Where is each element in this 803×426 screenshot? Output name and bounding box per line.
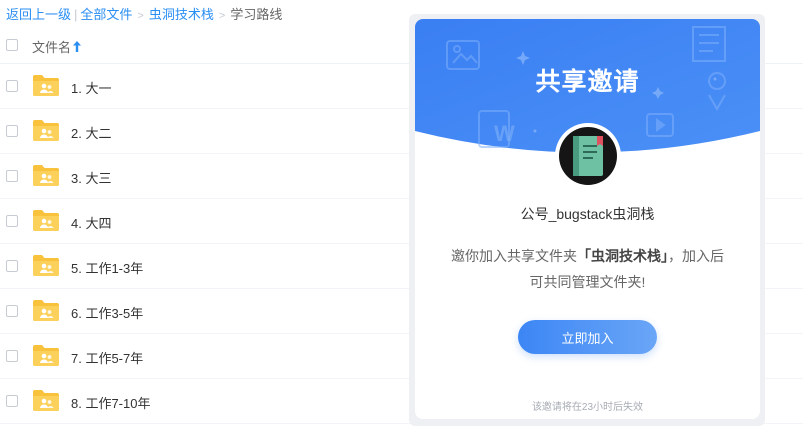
- expire-note: 该邀请将在23小时后失效: [531, 402, 644, 413]
- join-button[interactable]: 立即加入: [518, 320, 657, 354]
- svg-text:W: W: [494, 121, 515, 146]
- row-checkbox[interactable]: [6, 80, 18, 92]
- shared-folder-icon[interactable]: [32, 74, 60, 96]
- breadcrumb-separator: |: [74, 7, 78, 22]
- row-checkbox[interactable]: [6, 260, 18, 272]
- row-checkbox[interactable]: [6, 395, 18, 407]
- breadcrumb-chevron-icon: >: [137, 10, 144, 22]
- file-name[interactable]: 5. 工作1-3年: [71, 258, 143, 277]
- file-name[interactable]: 2. 大二: [71, 123, 111, 142]
- breadcrumb-chevron-icon: >: [218, 10, 226, 22]
- invite-desc-line2: 可共同管理文件夹!: [529, 274, 646, 290]
- shared-folder-icon[interactable]: [32, 209, 60, 231]
- breadcrumb: 返回上一级 | 全部文件 > 虫洞技术栈 > 学习路线: [6, 6, 282, 24]
- breadcrumb-current: 学习路线: [230, 7, 283, 22]
- invite-description: 邀你加入共享文件夹「虫洞技术栈」，加入后 可共同管理文件夹!: [435, 243, 740, 295]
- invite-desc-prefix: 邀你加入共享文件夹: [451, 248, 577, 264]
- arrow-up-icon[interactable]: [73, 39, 81, 57]
- invite-card: W 共享邀请 公号_bugstack虫洞栈 邀你加入共享文件夹「虫洞技术栈」，加…: [415, 19, 760, 419]
- invite-title: 共享邀请: [535, 68, 640, 96]
- file-name[interactable]: 1. 大一: [71, 78, 111, 97]
- avatar: [555, 123, 621, 189]
- shared-folder-icon[interactable]: [32, 164, 60, 186]
- shared-folder-icon[interactable]: [32, 254, 60, 276]
- shared-folder-icon[interactable]: [32, 119, 60, 141]
- invite-folder-name: 「虫洞技术栈」: [577, 248, 668, 264]
- breadcrumb-all-files[interactable]: 全部文件: [80, 7, 132, 22]
- breadcrumb-folder[interactable]: 虫洞技术栈: [149, 7, 214, 22]
- file-name[interactable]: 3. 大三: [71, 168, 111, 187]
- file-name[interactable]: 8. 工作7-10年: [71, 393, 150, 412]
- select-all-checkbox[interactable]: [6, 39, 18, 51]
- column-filename[interactable]: 文件名: [32, 37, 71, 56]
- invite-desc-suffix: ，加入后: [668, 248, 724, 264]
- file-name[interactable]: 4. 大四: [71, 213, 111, 232]
- shared-folder-icon[interactable]: [32, 299, 60, 321]
- row-checkbox[interactable]: [6, 305, 18, 317]
- row-checkbox[interactable]: [6, 350, 18, 362]
- file-name[interactable]: 7. 工作5-7年: [71, 348, 143, 367]
- shared-folder-icon[interactable]: [32, 389, 60, 411]
- shared-folder-icon[interactable]: [32, 344, 60, 366]
- notebook-icon: [573, 136, 603, 176]
- row-checkbox[interactable]: [6, 170, 18, 182]
- row-checkbox[interactable]: [6, 125, 18, 137]
- file-name[interactable]: 6. 工作3-5年: [71, 303, 143, 322]
- row-checkbox[interactable]: [6, 215, 18, 227]
- back-link[interactable]: 返回上一级: [6, 7, 71, 22]
- owner-name: 公号_bugstack虫洞栈: [520, 206, 655, 222]
